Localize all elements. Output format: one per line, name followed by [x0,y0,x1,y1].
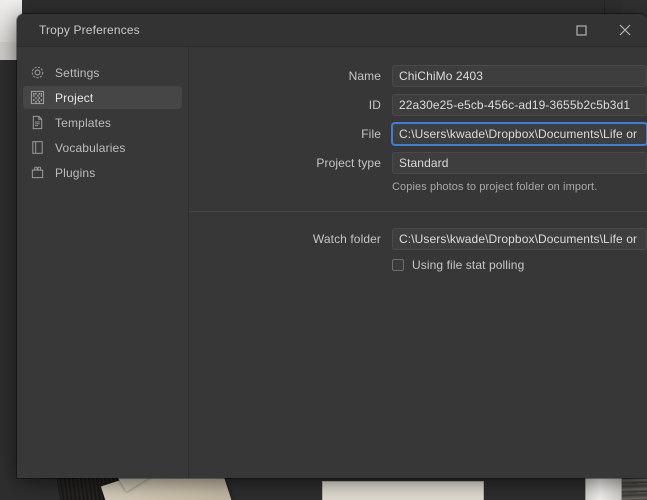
polling-checkbox[interactable] [392,259,404,271]
watch-folder-input[interactable] [392,228,647,250]
project-type-hint-row: Copies photos to project folder on impor… [189,181,647,193]
plugin-icon [29,164,46,181]
field-row-name: Name [189,65,647,87]
id-control [392,94,647,116]
project-preferences-pane: Name ID File [189,47,647,478]
screen: ata 4733 Tropy Preferences [0,0,647,500]
sidebar-item-label: Templates [55,115,112,130]
titlebar[interactable]: Tropy Preferences [17,14,647,47]
window-controls [559,14,647,46]
sidebar-item-plugins[interactable]: Plugins [23,161,182,184]
watch-folder-control [392,228,647,250]
field-row-file: File [189,123,647,145]
background-photo-center [322,481,484,500]
watch-folder-label: Watch folder [312,232,381,246]
book-icon [29,139,46,156]
polling-row: Using file stat polling [189,258,647,272]
project-type-label: Project type [316,156,381,170]
close-icon [619,24,631,36]
sidebar-item-templates[interactable]: Templates [23,111,182,134]
preferences-window: Tropy Preferences Settings Project Templ… [17,14,647,478]
sidebar-item-label: Project [55,90,94,105]
sidebar-item-label: Plugins [55,165,96,180]
sidebar-item-project[interactable]: Project [23,86,182,109]
project-type-input[interactable] [392,152,647,174]
file-label: File [361,127,381,141]
maximize-button[interactable] [559,14,603,46]
document-icon [29,114,46,131]
preferences-body: Settings Project Templates Vocabularies … [17,47,647,478]
preferences-sidebar: Settings Project Templates Vocabularies … [17,47,189,478]
id-label: ID [368,98,381,112]
file-control [392,123,647,145]
sidebar-item-vocabularies[interactable]: Vocabularies [23,136,182,159]
close-button[interactable] [603,14,647,46]
gear-icon [29,64,46,81]
field-row-watch-folder: Watch folder [189,228,647,250]
field-row-project-type: Project type [189,152,647,174]
square-icon [575,24,587,36]
project-type-hint: Copies photos to project folder on impor… [392,181,598,193]
name-control [392,65,647,87]
sidebar-item-settings[interactable]: Settings [23,61,182,84]
name-label: Name [348,69,381,83]
project-type-control [392,152,647,174]
polling-label[interactable]: Using file stat polling [412,258,524,272]
field-row-id: ID [189,94,647,116]
section-divider [189,211,647,212]
sidebar-item-label: Vocabularies [55,140,126,155]
qr-grid-icon [29,89,46,106]
file-input[interactable] [392,123,647,145]
sidebar-item-label: Settings [55,65,100,80]
name-input[interactable] [392,65,647,87]
id-input[interactable] [392,94,647,116]
window-title: Tropy Preferences [39,23,140,37]
